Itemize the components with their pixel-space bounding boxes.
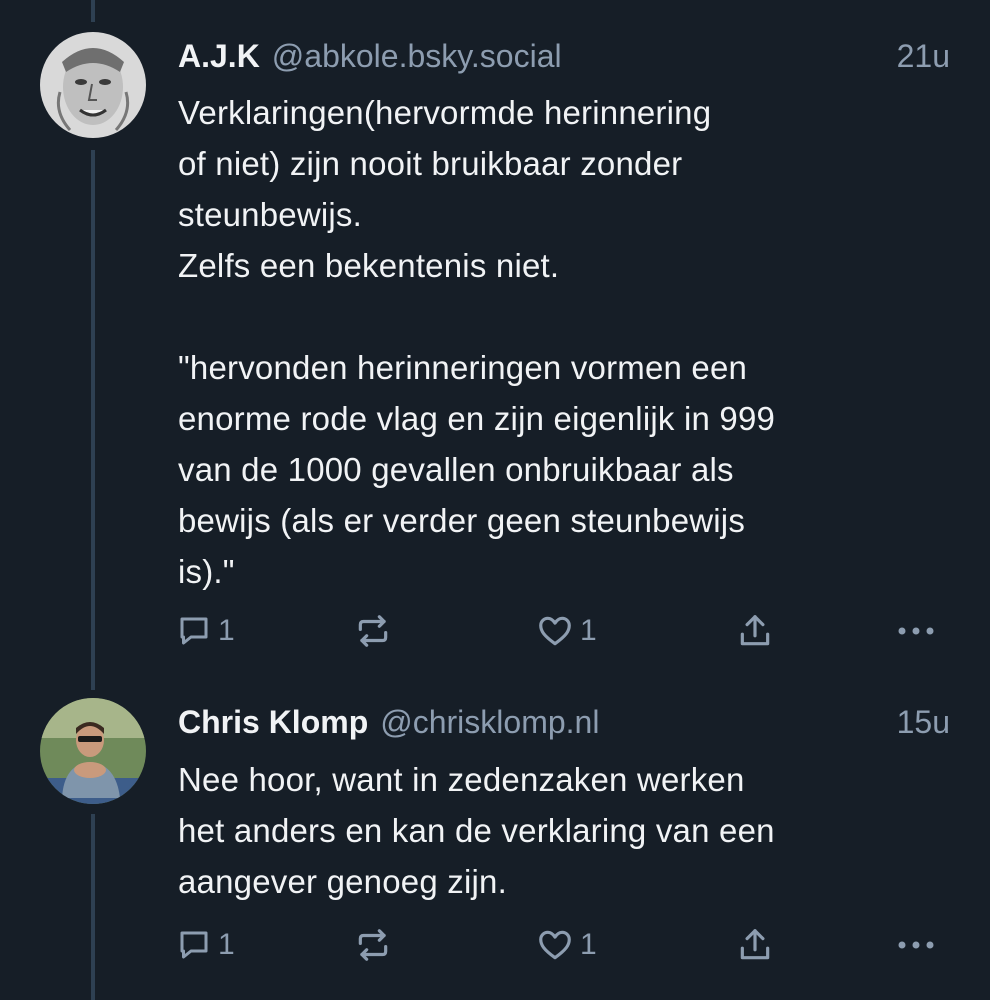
reply-count: 1: [218, 928, 235, 961]
reply-icon: [180, 931, 208, 959]
avatar[interactable]: [40, 32, 146, 138]
more-options-button[interactable]: [894, 609, 938, 653]
author-handle[interactable]: @abkole.bsky.social: [272, 38, 562, 75]
like-count: 1: [580, 614, 597, 647]
reply-button[interactable]: 1: [176, 923, 235, 967]
post-timestamp[interactable]: 21u: [897, 38, 950, 75]
post-actions: 1 1: [176, 609, 956, 653]
post-actions: 1 1: [176, 923, 956, 967]
post-text: Nee hoor, want in zedenzaken werken het …: [178, 761, 775, 900]
repost-button[interactable]: [354, 609, 392, 653]
repost-icon: [358, 615, 388, 647]
post-timestamp[interactable]: 15u: [897, 704, 950, 741]
like-button[interactable]: 1: [536, 923, 597, 967]
author-display-name[interactable]: A.J.K: [178, 38, 260, 75]
reply-icon: [180, 617, 208, 645]
avatar[interactable]: [40, 698, 146, 804]
reply-count: 1: [218, 614, 235, 647]
author-handle[interactable]: @chrisklomp.nl: [380, 704, 599, 741]
repost-icon: [358, 929, 388, 961]
post[interactable]: A.J.K @abkole.bsky.social 21u Verklaring…: [0, 0, 990, 680]
share-icon: [740, 615, 770, 646]
like-count: 1: [580, 928, 597, 961]
post-header: A.J.K @abkole.bsky.social 21u: [178, 34, 950, 78]
repost-button[interactable]: [354, 923, 392, 967]
share-icon: [740, 929, 770, 960]
post-header: Chris Klomp @chrisklomp.nl 15u: [178, 700, 950, 744]
like-button[interactable]: 1: [536, 609, 597, 653]
more-options-button[interactable]: [894, 923, 938, 967]
share-button[interactable]: [736, 609, 774, 653]
like-icon: [539, 616, 571, 646]
more-icon: [898, 627, 934, 635]
share-button[interactable]: [736, 923, 774, 967]
more-icon: [898, 941, 934, 949]
reply-button[interactable]: 1: [176, 609, 235, 653]
author-display-name[interactable]: Chris Klomp: [178, 704, 368, 741]
post[interactable]: Chris Klomp @chrisklomp.nl 15u Nee hoor,…: [0, 680, 990, 1000]
post-text: Verklaringen(hervormde herinnering of ni…: [178, 94, 776, 590]
like-icon: [539, 930, 571, 960]
